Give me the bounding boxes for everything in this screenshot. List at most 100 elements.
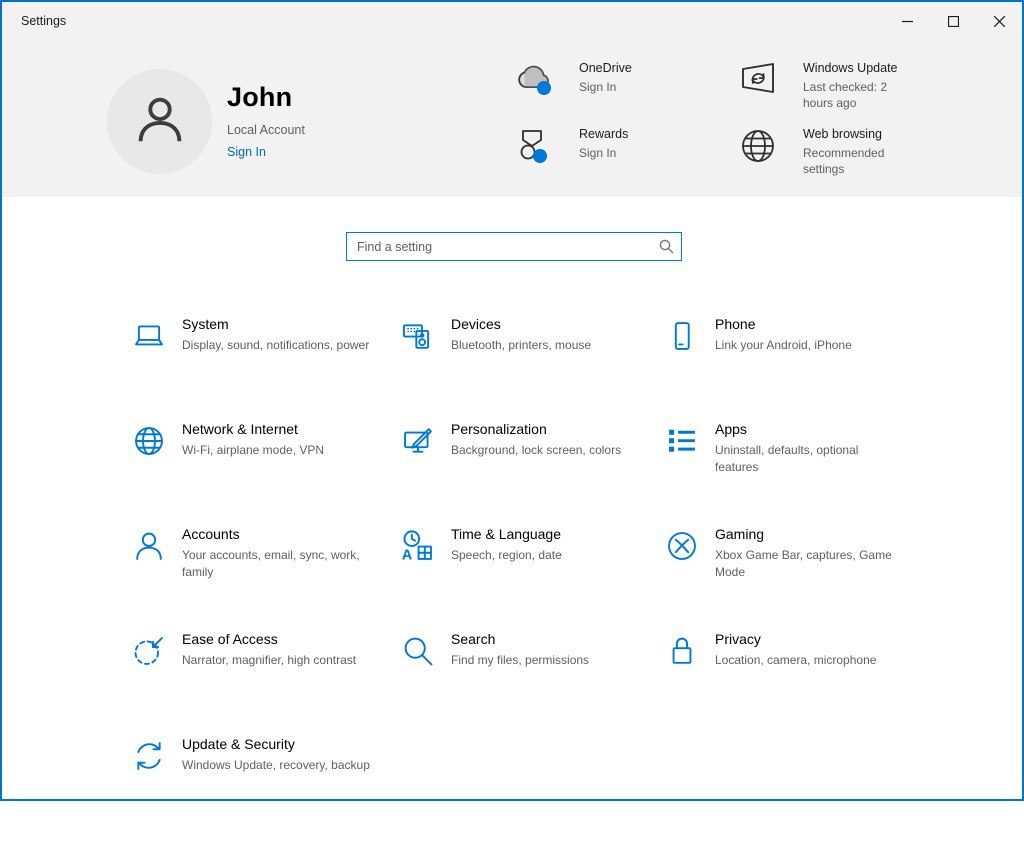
tile-title: Gaming (715, 526, 765, 542)
tile-privacy[interactable]: Privacy Location, camera, microphone (664, 631, 934, 736)
tile-subtitle: Uninstall, defaults, optional features (715, 443, 859, 475)
tile-subtitle: Windows Update, recovery, backup (182, 758, 370, 772)
user-name: John (227, 82, 293, 112)
maximize-icon (947, 15, 959, 27)
tile-title: Phone (715, 316, 756, 332)
close-icon (993, 15, 1005, 27)
devices-icon (400, 318, 436, 354)
tile-text: Personalization Background, lock screen,… (451, 421, 639, 459)
search-category-icon (400, 633, 436, 669)
window-controls (884, 2, 1022, 40)
header-zone: Settings John Local Account Sign In OneD… (2, 2, 1022, 197)
tile-apps[interactable]: Apps Uninstall, defaults, optional featu… (664, 421, 934, 526)
quick-subtitle: Sign In (579, 146, 617, 160)
user-sign-in-link[interactable]: Sign In (227, 145, 305, 159)
tile-subtitle: Location, camera, microphone (715, 653, 877, 667)
user-account-type: Local Account (227, 123, 305, 137)
minimize-icon (901, 16, 913, 27)
tile-title: Update & Security (182, 736, 295, 752)
tile-time-language[interactable]: A Time & Language Speech, region, date (400, 526, 664, 631)
quick-subtitle: Recommended settings (803, 146, 885, 177)
titlebar: Settings (2, 2, 1022, 40)
update-security-icon (131, 738, 167, 774)
tile-text: Time & Language Speech, region, date (451, 526, 639, 564)
web-browsing-globe-icon (735, 123, 781, 169)
quick-text: Windows Update Last checked: 2 hours ago (803, 57, 918, 111)
user-block: John Local Account Sign In (227, 82, 305, 159)
tile-devices[interactable]: Devices Bluetooth, printers, mouse (400, 316, 664, 421)
time-language-icon: A (400, 528, 436, 564)
tile-text: System Display, sound, notifications, po… (182, 316, 370, 354)
tile-title: Accounts (182, 526, 240, 542)
tile-text: Gaming Xbox Game Bar, captures, Game Mod… (715, 526, 903, 582)
tile-ease-of-access[interactable]: Ease of Access Narrator, magnifier, high… (131, 631, 400, 736)
tile-search[interactable]: Search Find my files, permissions (400, 631, 664, 736)
tile-subtitle: Background, lock screen, colors (451, 443, 622, 457)
tile-network-internet[interactable]: Network & Internet Wi-Fi, airplane mode,… (131, 421, 400, 526)
avatar[interactable] (107, 69, 212, 174)
category-grid: System Display, sound, notifications, po… (131, 316, 934, 841)
tile-text: Privacy Location, camera, microphone (715, 631, 903, 669)
tile-title: Ease of Access (182, 631, 278, 647)
tile-title: Time & Language (451, 526, 561, 542)
rewards-icon (511, 123, 557, 169)
settings-window: { "window": { "title": "Settings" }, "he… (0, 0, 1024, 801)
quick-item-onedrive[interactable]: OneDrive Sign In (511, 57, 735, 123)
quick-title: Web browsing (803, 127, 882, 141)
tile-system[interactable]: System Display, sound, notifications, po… (131, 316, 400, 421)
tile-title: Devices (451, 316, 501, 332)
tile-title: Apps (715, 421, 747, 437)
quick-text: Web browsing Recommended settings (803, 123, 918, 177)
quick-text: Rewards Sign In (579, 123, 694, 161)
tile-subtitle: Xbox Game Bar, captures, Game Mode (715, 548, 892, 580)
tile-accounts[interactable]: Accounts Your accounts, email, sync, wor… (131, 526, 400, 631)
tile-text: Ease of Access Narrator, magnifier, high… (182, 631, 370, 669)
tile-subtitle: Narrator, magnifier, high contrast (182, 653, 357, 667)
tile-text: Accounts Your accounts, email, sync, wor… (182, 526, 370, 582)
quick-title: Windows Update (803, 61, 898, 75)
close-button[interactable] (976, 2, 1022, 40)
tile-title: Search (451, 631, 496, 647)
tile-text: Network & Internet Wi-Fi, airplane mode,… (182, 421, 370, 459)
quick-item-web-browsing[interactable]: Web browsing Recommended settings (735, 123, 975, 189)
tile-text: Phone Link your Android, iPhone (715, 316, 903, 354)
apps-icon (664, 423, 700, 459)
tile-personalization[interactable]: Personalization Background, lock screen,… (400, 421, 664, 526)
tile-subtitle: Speech, region, date (451, 548, 562, 562)
quick-text: OneDrive Sign In (579, 57, 694, 95)
windows-update-icon (735, 57, 781, 103)
tile-text: Devices Bluetooth, printers, mouse (451, 316, 639, 354)
quick-item-rewards[interactable]: Rewards Sign In (511, 123, 735, 189)
tile-text: Search Find my files, permissions (451, 631, 639, 669)
maximize-button[interactable] (930, 2, 976, 40)
tile-title: Privacy (715, 631, 761, 647)
tile-phone[interactable]: Phone Link your Android, iPhone (664, 316, 934, 421)
network-globe-icon (131, 423, 167, 459)
quick-item-windows-update[interactable]: Windows Update Last checked: 2 hours ago (735, 57, 975, 123)
ease-of-access-icon (131, 633, 167, 669)
minimize-button[interactable] (884, 2, 930, 40)
tile-text: Apps Uninstall, defaults, optional featu… (715, 421, 903, 477)
window-title: Settings (21, 14, 67, 28)
user-icon (129, 88, 191, 155)
search-box (346, 232, 682, 261)
quick-title: OneDrive (579, 61, 632, 75)
tile-subtitle: Bluetooth, printers, mouse (451, 338, 592, 352)
phone-icon (664, 318, 700, 354)
svg-text:A: A (402, 548, 413, 564)
quick-subtitle: Last checked: 2 hours ago (803, 80, 888, 111)
tile-subtitle: Link your Android, iPhone (715, 338, 852, 352)
tile-title: Network & Internet (182, 421, 298, 437)
tile-subtitle: Your accounts, email, sync, work, family (182, 548, 360, 580)
tile-gaming[interactable]: Gaming Xbox Game Bar, captures, Game Mod… (664, 526, 934, 631)
privacy-lock-icon (664, 633, 700, 669)
tile-update-security[interactable]: Update & Security Windows Update, recove… (131, 736, 400, 841)
search-input[interactable] (346, 232, 682, 261)
tile-subtitle: Find my files, permissions (451, 653, 590, 667)
gaming-xbox-icon (664, 528, 700, 564)
tile-title: System (182, 316, 229, 332)
tile-title: Personalization (451, 421, 547, 437)
tile-text: Update & Security Windows Update, recove… (182, 736, 370, 774)
personalization-icon (400, 423, 436, 459)
tile-subtitle: Wi-Fi, airplane mode, VPN (182, 443, 325, 457)
